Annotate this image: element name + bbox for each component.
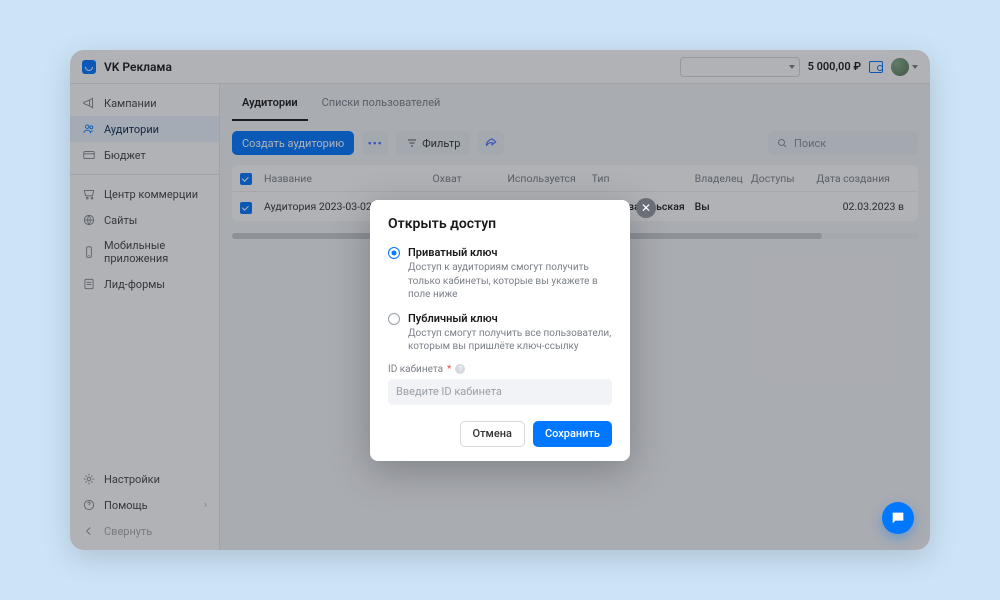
close-button[interactable]: ✕ xyxy=(636,198,656,218)
chat-icon xyxy=(890,510,906,526)
chat-fab[interactable] xyxy=(882,502,914,534)
share-access-modal: ✕ Открыть доступ Приватный ключ Доступ к… xyxy=(370,200,630,461)
app-window: VK Реклама 5 000,00 ₽ Кампании Аудитории xyxy=(70,50,930,550)
option-private[interactable]: Приватный ключ Доступ к аудиториям смогу… xyxy=(388,246,612,302)
radio-private[interactable] xyxy=(388,247,400,259)
help-icon[interactable]: ? xyxy=(455,364,465,374)
modal-title: Открыть доступ xyxy=(388,216,612,232)
cancel-button[interactable]: Отмена xyxy=(460,421,525,447)
option-private-label: Приватный ключ xyxy=(408,246,612,259)
save-button[interactable]: Сохранить xyxy=(533,421,612,447)
option-public-label: Публичный ключ xyxy=(408,312,612,325)
cabinet-id-label: ID кабинета* ? xyxy=(388,364,612,375)
option-public-desc: Доступ смогут получить все пользователи,… xyxy=(408,327,612,354)
option-public[interactable]: Публичный ключ Доступ смогут получить вс… xyxy=(388,312,612,354)
modal-overlay[interactable]: ✕ Открыть доступ Приватный ключ Доступ к… xyxy=(70,50,930,550)
option-private-desc: Доступ к аудиториям смогут получить толь… xyxy=(408,261,612,302)
radio-public[interactable] xyxy=(388,313,400,325)
close-icon: ✕ xyxy=(641,201,651,215)
cabinet-id-input[interactable] xyxy=(388,379,612,405)
